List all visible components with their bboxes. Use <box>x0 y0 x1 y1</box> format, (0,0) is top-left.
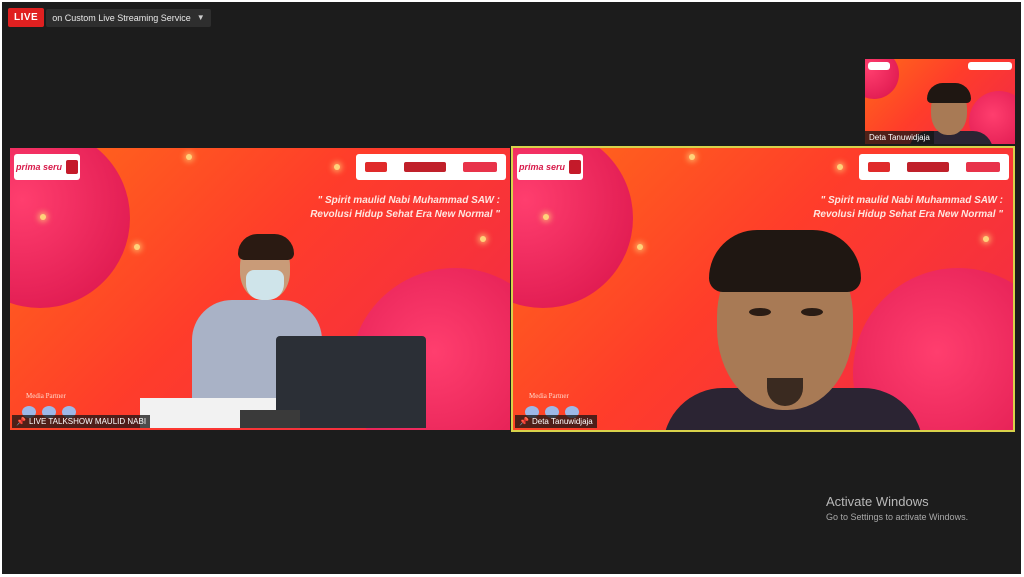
keyboard <box>240 410 300 428</box>
event-slogan: " Spirit maulid Nabi Muhammad SAW : Revo… <box>310 194 500 222</box>
sponsor-logo-icon <box>906 162 949 172</box>
face-mask <box>246 270 284 300</box>
event-logo <box>868 62 890 70</box>
watermark-title: Activate Windows <box>826 494 929 509</box>
participant-name: Deta Tanuwidjaja <box>531 417 593 426</box>
live-status-bar: LIVE on Custom Live Streaming Service ▼ <box>8 8 211 27</box>
media-partner-label: Media Partner <box>26 392 66 400</box>
slogan-line: Revolusi Hidup Sehat Era New Normal " <box>813 209 1003 220</box>
light-dot <box>637 244 643 250</box>
sponsor-logo-icon <box>403 162 446 172</box>
stream-service-label: on Custom Live Streaming Service <box>52 12 191 23</box>
participant-hair <box>238 234 294 260</box>
light-dot <box>689 154 695 160</box>
event-logo-text: prima seru <box>518 161 566 172</box>
sponsor-logo-icon <box>966 162 1001 172</box>
slogan-line: Revolusi Hidup Sehat Era New Normal " <box>310 209 500 220</box>
pin-icon[interactable]: 📌 <box>519 417 529 426</box>
sponsor-logo-icon <box>364 162 387 172</box>
participant-name: LIVE TALKSHOW MAULID NABI <box>28 417 147 426</box>
live-streaming-service-dropdown[interactable]: on Custom Live Streaming Service ▼ <box>46 8 211 27</box>
light-dot <box>186 154 192 160</box>
light-dot <box>480 236 486 242</box>
pin-icon[interactable]: 📌 <box>16 417 26 426</box>
video-tile-talkshow[interactable]: prima seru " Spirit maulid Nabi Muhammad… <box>10 148 510 430</box>
chevron-down-icon: ▼ <box>196 13 205 22</box>
participant-hair <box>709 230 861 292</box>
video-tile-active-speaker[interactable]: prima seru " Spirit maulid Nabi Muhammad… <box>511 146 1015 432</box>
media-partner-label: Media Partner <box>529 392 569 400</box>
activate-windows-watermark: Activate Windows Go to Settings to activ… <box>826 494 968 522</box>
sponsor-logos <box>356 154 506 180</box>
event-logo: prima seru <box>14 154 80 180</box>
light-dot <box>837 164 843 170</box>
emblem-icon <box>569 160 582 174</box>
participant-eye <box>749 308 771 316</box>
light-dot <box>40 214 46 220</box>
participant-eye <box>801 308 823 316</box>
watermark-subtitle: Go to Settings to activate Windows. <box>826 512 969 522</box>
light-dot <box>983 236 989 242</box>
slogan-line: " Spirit maulid Nabi Muhammad SAW : <box>317 195 500 206</box>
meeting-window: LIVE on Custom Live Streaming Service ▼ … <box>2 2 1021 574</box>
sponsor-logos <box>968 62 1012 70</box>
participant-name-tag: Deta Tanuwidjaja <box>865 131 934 144</box>
participant-thumbnail[interactable]: Deta Tanuwidjaja <box>865 59 1015 144</box>
event-logo: prima seru <box>517 154 583 180</box>
participant-name: Deta Tanuwidjaja <box>869 133 930 142</box>
light-dot <box>134 244 140 250</box>
sponsor-logos <box>859 154 1009 180</box>
participant-name-tag: 📌 LIVE TALKSHOW MAULID NABI <box>12 415 151 428</box>
participant-name-tag: 📌 Deta Tanuwidjaja <box>515 415 597 428</box>
event-logo-text: prima seru <box>15 161 63 172</box>
light-dot <box>543 214 549 220</box>
participant-hair <box>927 83 971 103</box>
light-dot <box>334 164 340 170</box>
sponsor-logo-icon <box>463 162 498 172</box>
slogan-line: " Spirit maulid Nabi Muhammad SAW : <box>820 195 1003 206</box>
event-slogan: " Spirit maulid Nabi Muhammad SAW : Revo… <box>813 194 1003 222</box>
sponsor-logo-icon <box>867 162 890 172</box>
live-badge: LIVE <box>8 8 45 27</box>
emblem-icon <box>66 160 79 174</box>
